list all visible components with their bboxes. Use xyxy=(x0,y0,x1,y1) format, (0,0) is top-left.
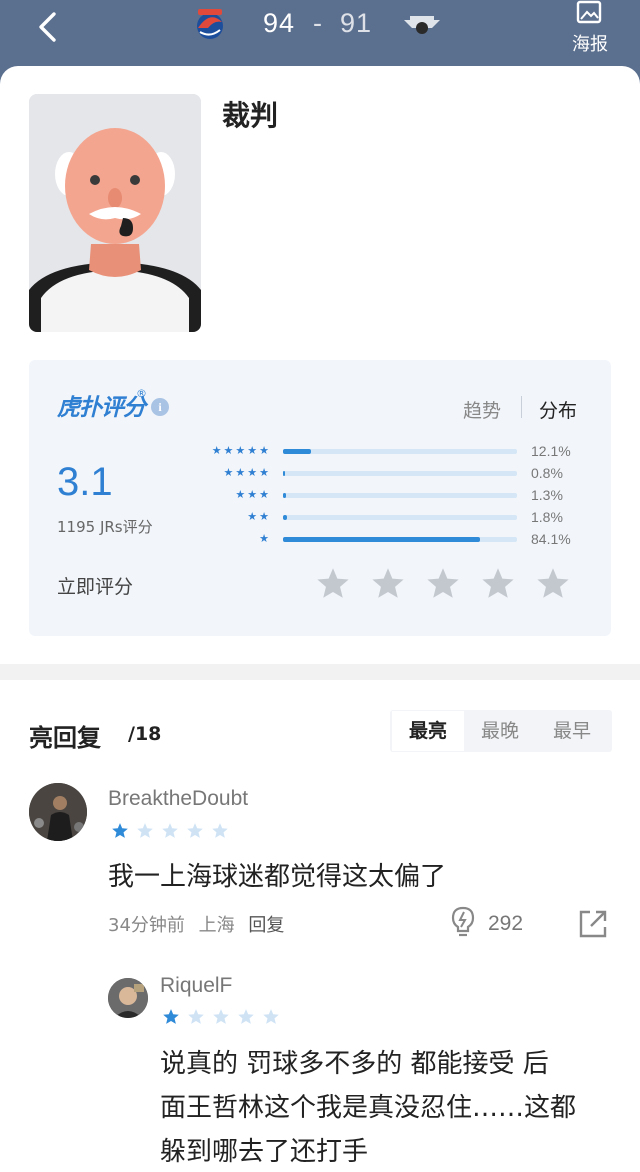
distribution-row: ★ 84.1% xyxy=(189,530,589,548)
tab-divider xyxy=(521,396,522,418)
star-icon xyxy=(188,1009,204,1024)
distribution-row: ★★ 1.8% xyxy=(189,508,589,526)
comment-rating xyxy=(111,822,229,840)
star-icon[interactable] xyxy=(425,566,461,602)
image-icon xyxy=(576,0,602,24)
light-bulb-icon[interactable] xyxy=(450,906,476,938)
sharks-logo-icon[interactable] xyxy=(190,6,230,42)
star-icon xyxy=(187,823,203,838)
star-icon[interactable] xyxy=(370,566,406,602)
poster-button[interactable]: 海报 xyxy=(568,0,612,56)
distribution-row: ★★★★ 0.8% xyxy=(189,464,589,482)
distribution-bar xyxy=(283,471,285,476)
star-icon xyxy=(263,1009,279,1024)
comment-meta: 34分钟前 上海 回复 xyxy=(108,911,284,937)
distribution-percent: 12.1% xyxy=(531,443,571,459)
referee-avatar-icon xyxy=(29,94,201,332)
distribution-bar-track xyxy=(283,493,517,498)
star-icon[interactable] xyxy=(315,566,351,602)
distribution-percent: 1.8% xyxy=(531,509,563,525)
star-icon xyxy=(212,823,228,838)
comments-heading: 亮回复 xyxy=(29,724,101,752)
poster-label: 海报 xyxy=(572,34,608,55)
score-separator: - xyxy=(313,8,323,38)
distribution-bar xyxy=(283,493,287,498)
share-icon[interactable] xyxy=(578,909,608,939)
back-arrow-icon[interactable] xyxy=(34,10,64,44)
star-icon[interactable] xyxy=(480,566,516,602)
rating-panel: 虎扑评分 ® i 趋势 分布 3.1 1195 JRs评分 立即评分 ★★★★★… xyxy=(29,360,611,636)
rating-count: 1195 JRs评分 xyxy=(57,518,153,536)
star-icon xyxy=(238,1009,254,1024)
tab-distribution[interactable]: 分布 xyxy=(539,396,577,423)
sort-tab-hot[interactable]: 最亮 xyxy=(392,711,464,751)
comment-text-line: 躲到哪去了还打手 xyxy=(160,1137,369,1167)
reply-button[interactable]: 回复 xyxy=(248,915,284,936)
ducks-logo-icon[interactable] xyxy=(402,6,442,42)
comment-time: 34分钟前 xyxy=(108,915,185,936)
distribution-bar xyxy=(283,449,312,454)
distribution-stars: ★★★★ xyxy=(223,466,271,479)
distribution-bar-track xyxy=(283,515,517,520)
comment-text: 我一上海球迷都觉得这太偏了 xyxy=(108,862,447,892)
average-score: 3.1 xyxy=(57,460,113,504)
sort-tabs: 最亮 最晚 最早 xyxy=(390,710,612,752)
comment-location: 上海 xyxy=(198,915,235,936)
distribution-stars: ★ xyxy=(259,532,271,545)
rate-stars-input[interactable] xyxy=(315,566,571,606)
distribution-bar xyxy=(283,515,288,520)
hupu-rating-logo: 虎扑评分 xyxy=(57,395,146,421)
distribution-stars: ★★★ xyxy=(235,488,271,501)
avatar[interactable] xyxy=(29,783,87,841)
distribution-bar-track xyxy=(283,449,517,454)
registered-mark: ® xyxy=(136,387,147,400)
distribution-bar-track xyxy=(283,471,517,476)
distribution-row: ★★★★★ 12.1% xyxy=(189,442,589,460)
distribution-percent: 0.8% xyxy=(531,465,563,481)
rate-now-label: 立即评分 xyxy=(57,576,134,598)
light-count: 292 xyxy=(488,912,524,935)
star-icon xyxy=(213,1009,229,1024)
info-icon[interactable]: i xyxy=(151,398,169,416)
comment-username[interactable]: BreaktheDoubt xyxy=(108,787,248,811)
comment-text: 说真的 罚球多不多的 都能接受 后 面王哲林这个我是真没忍住……这都 躲到哪去了… xyxy=(160,1042,576,1172)
sort-tab-earliest[interactable]: 最早 xyxy=(536,711,608,751)
top-bar: 94 - 91 海报 xyxy=(0,0,640,66)
star-icon xyxy=(163,1009,179,1024)
home-score: 94 xyxy=(263,8,296,38)
comment-text-line: 面王哲林这个我是真没忍住……这都 xyxy=(160,1093,577,1123)
comment-rating xyxy=(162,1008,280,1026)
distribution-row: ★★★ 1.3% xyxy=(189,486,589,504)
distribution-bar-track xyxy=(283,537,517,542)
distribution-percent: 1.3% xyxy=(531,487,563,503)
distribution-percent: 84.1% xyxy=(531,531,571,547)
comment-username[interactable]: RiquelF xyxy=(160,974,232,998)
distribution-bar xyxy=(283,537,480,542)
star-icon[interactable] xyxy=(535,566,571,602)
star-icon xyxy=(137,823,153,838)
away-score: 91 xyxy=(340,8,373,38)
comment-text-line: 说真的 罚球多不多的 都能接受 后 xyxy=(160,1049,549,1079)
tab-trend[interactable]: 趋势 xyxy=(463,396,501,423)
page-title: 裁判 xyxy=(222,99,279,132)
comments-count: /18 xyxy=(128,723,162,745)
distribution-stars: ★★★★★ xyxy=(211,444,271,457)
avatar[interactable] xyxy=(108,978,148,1018)
star-icon xyxy=(112,823,128,838)
sort-tab-latest[interactable]: 最晚 xyxy=(464,711,536,751)
content-card: 裁判 虎扑评分 ® i 趋势 分布 3.1 1195 JRs评分 立即评分 ★★… xyxy=(0,66,640,1172)
distribution-stars: ★★ xyxy=(247,510,271,523)
section-divider xyxy=(0,664,640,680)
star-icon xyxy=(162,823,178,838)
